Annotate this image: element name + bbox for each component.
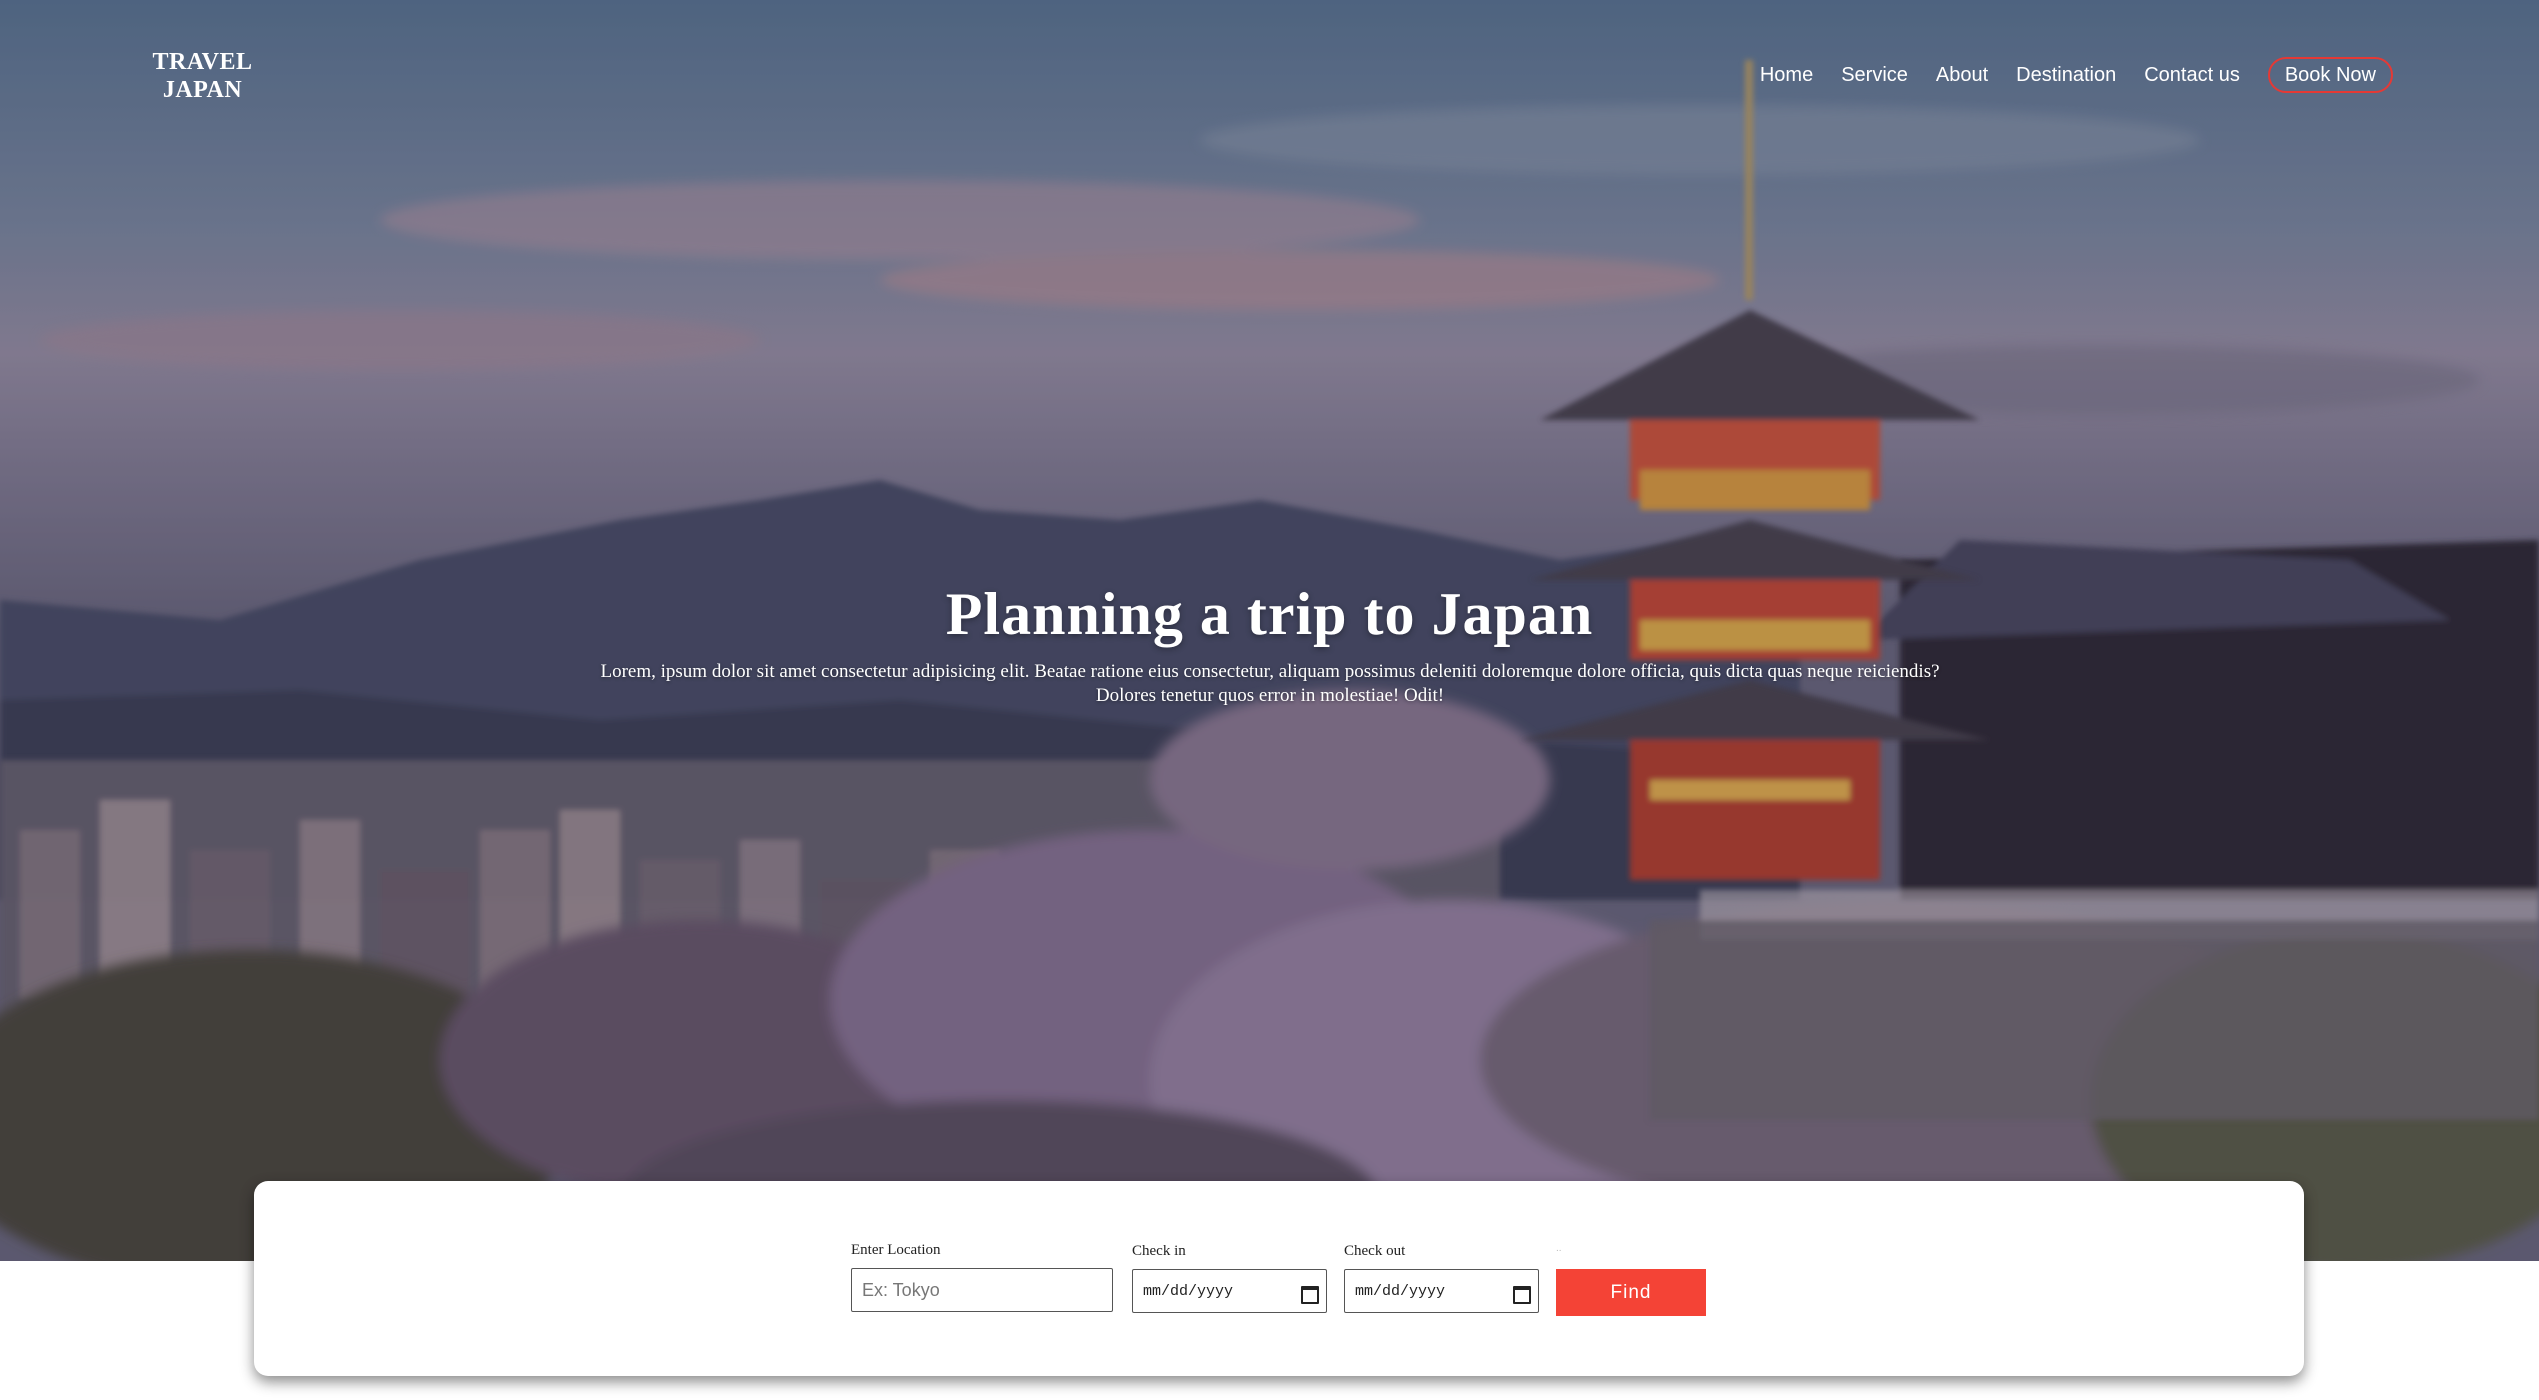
logo-line-1: TRAVEL xyxy=(152,49,253,75)
checkout-label: Check out xyxy=(1344,1243,1406,1259)
checkout-field: Check out mm/dd/yyyy xyxy=(1344,1243,1539,1313)
location-placeholder: Ex: Tokyo xyxy=(862,1279,940,1300)
hero-subtitle-line-1: Lorem, ipsum dolor sit amet consectetur … xyxy=(600,661,1940,682)
calendar-icon[interactable] xyxy=(1512,1283,1531,1304)
logo-line-2: JAPAN xyxy=(162,77,243,103)
checkout-value: mm/dd/yyyy xyxy=(1355,1282,1446,1300)
location-input[interactable]: Ex: Tokyo xyxy=(851,1268,1113,1312)
checkout-date-input[interactable]: mm/dd/yyyy xyxy=(1344,1269,1539,1313)
find-button[interactable]: Find xyxy=(1556,1269,1706,1316)
main-nav: Home Service About Destination Contact u… xyxy=(1732,57,2393,93)
hero-subtitle-line-2: Dolores tenetur quos error in molestiae!… xyxy=(1095,685,1445,706)
checkin-value: mm/dd/yyyy xyxy=(1143,1282,1234,1300)
hero-section: TRAVEL JAPAN Home Service About Destinat… xyxy=(0,0,2539,1261)
nav-destination[interactable]: Destination xyxy=(2016,57,2116,93)
nav-service[interactable]: Service xyxy=(1841,57,1908,93)
hero-subtitle: Lorem, ipsum dolor sit amet consectetur … xyxy=(540,660,2000,708)
find-ghost-label: .. xyxy=(1556,1243,1562,1254)
location-label: Enter Location xyxy=(851,1242,941,1258)
checkin-field: Check in mm/dd/yyyy xyxy=(1132,1243,1327,1313)
location-field: Enter Location Ex: Tokyo xyxy=(851,1242,1113,1312)
calendar-icon[interactable] xyxy=(1300,1283,1319,1304)
booking-search-card: Enter Location Ex: Tokyo Check in mm/dd/… xyxy=(254,1181,2304,1376)
nav-about[interactable]: About xyxy=(1936,57,1988,93)
site-logo[interactable]: TRAVEL JAPAN xyxy=(140,48,265,104)
checkin-date-input[interactable]: mm/dd/yyyy xyxy=(1132,1269,1327,1313)
nav-contact-us[interactable]: Contact us xyxy=(2144,57,2240,93)
nav-home[interactable]: Home xyxy=(1760,57,1813,93)
book-now-button[interactable]: Book Now xyxy=(2267,57,2393,93)
checkin-label: Check in xyxy=(1132,1243,1186,1259)
hero-title: Planning a trip to Japan xyxy=(945,581,1594,647)
find-field: .. Find xyxy=(1556,1243,1706,1316)
